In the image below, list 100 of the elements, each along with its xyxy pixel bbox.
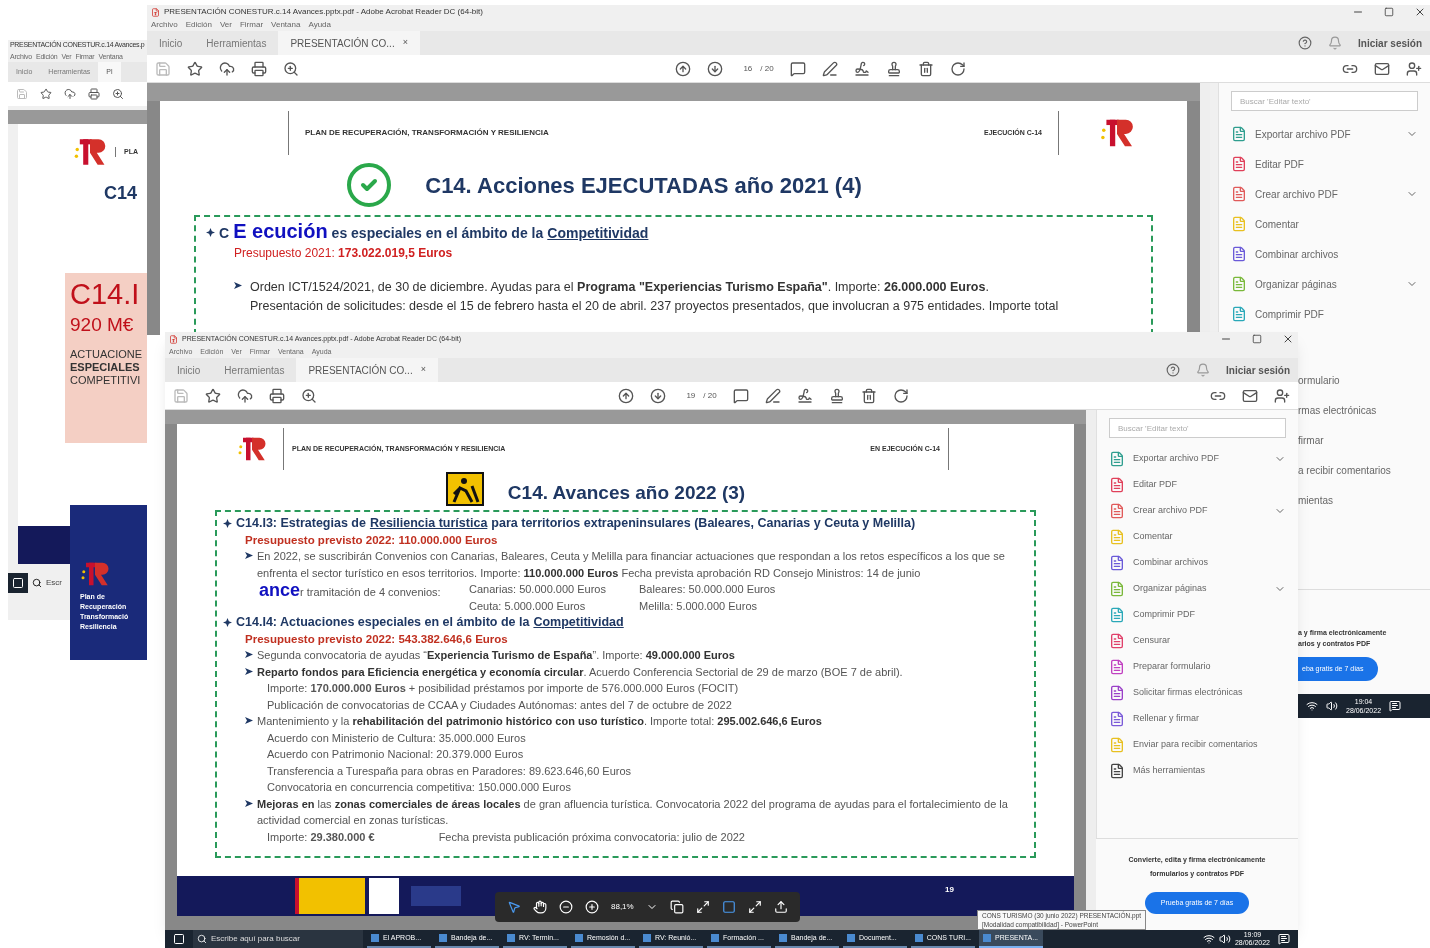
mail-icon[interactable] <box>1374 60 1390 77</box>
volume-icon[interactable] <box>1218 933 1231 945</box>
previous-page-icon[interactable] <box>618 387 635 404</box>
user-icon[interactable] <box>1274 387 1290 404</box>
signature-icon[interactable] <box>796 387 813 404</box>
sign-in-link[interactable]: Iniciar sesión <box>1226 362 1290 378</box>
start-icon[interactable] <box>12 577 24 589</box>
print-icon[interactable] <box>251 60 267 77</box>
previous-page-icon[interactable] <box>675 60 692 77</box>
start-icon[interactable] <box>173 933 185 945</box>
tool-item[interactable]: Enviar para recibir comentarios <box>1109 732 1286 758</box>
tool-item[interactable]: Crear archivo PDF <box>1109 498 1286 524</box>
search-field[interactable]: Buscar 'Editar texto' <box>1231 91 1418 111</box>
tool-item[interactable]: Organizar páginas <box>1109 576 1286 602</box>
tool-item[interactable]: Comprimir PDF <box>1109 602 1286 628</box>
trash-icon[interactable] <box>860 387 877 404</box>
tool-item[interactable]: mientas <box>1298 493 1430 523</box>
close-icon[interactable] <box>1414 6 1426 18</box>
user-icon[interactable] <box>1406 60 1422 77</box>
page-field[interactable]: 16 <box>739 62 757 75</box>
tool-item[interactable]: Editar PDF <box>1231 149 1418 179</box>
star-icon[interactable] <box>187 60 203 77</box>
menu-item[interactable]: Firmar <box>239 19 264 31</box>
notification-icon[interactable] <box>1278 933 1290 945</box>
tool-item[interactable]: rmas electrónicas <box>1298 403 1430 433</box>
menu-item[interactable]: Archivo <box>151 19 178 31</box>
sign-in-link[interactable]: Iniciar sesión <box>1358 35 1422 51</box>
tool-item[interactable]: Exportar archivo PDF <box>1231 119 1418 149</box>
rotate-icon[interactable] <box>892 387 909 404</box>
taskbar-search-field[interactable]: Escribe aquí para buscar <box>193 930 363 948</box>
menu-item[interactable]: Edición <box>185 19 212 31</box>
tool-item[interactable]: Editar PDF <box>1109 472 1286 498</box>
zoom-in-icon[interactable] <box>585 900 599 914</box>
tool-item[interactable]: Organizar páginas <box>1231 269 1418 299</box>
search-field[interactable]: Buscar 'Editar texto' <box>1109 418 1286 438</box>
print-icon[interactable] <box>269 387 285 404</box>
next-page-icon[interactable] <box>650 387 667 404</box>
tool-item[interactable]: Comentar <box>1231 209 1418 239</box>
page-field[interactable]: 19 <box>682 389 700 402</box>
upload-icon[interactable] <box>64 88 76 100</box>
tool-item[interactable]: a recibir comentarios <box>1298 463 1430 493</box>
menu-item[interactable]: Ver <box>219 19 232 31</box>
heading-link[interactable]: Competitividad <box>547 223 649 244</box>
print-icon[interactable] <box>88 88 100 100</box>
tool-item[interactable]: Crear archivo PDF <box>1231 179 1418 209</box>
taskbar-search-field[interactable]: Escr <box>28 573 70 593</box>
tool-item[interactable]: Preparar formulario <box>1109 654 1286 680</box>
tool-item[interactable]: Exportar archivo PDF <box>1109 446 1286 472</box>
help-icon[interactable] <box>1166 363 1181 377</box>
stamp-icon[interactable] <box>828 387 845 404</box>
tool-item[interactable]: firmar <box>1298 433 1430 463</box>
maximize-icon[interactable] <box>1252 334 1262 344</box>
pointer-icon[interactable] <box>507 900 521 914</box>
zoom-icon[interactable] <box>112 88 124 100</box>
heading-link[interactable]: Competitividad <box>533 614 624 631</box>
heading-link[interactable]: Resiliencia turística <box>369 515 488 532</box>
tab[interactable]: PRESENTACIÓN CO... × <box>278 31 420 55</box>
trash-icon[interactable] <box>917 60 934 77</box>
tool-item[interactable]: Comprimir PDF <box>1231 299 1418 329</box>
notification-icon[interactable] <box>1389 700 1402 712</box>
menu-item[interactable]: Ventana <box>271 19 301 31</box>
close-icon[interactable] <box>1282 333 1294 345</box>
fit-icon[interactable] <box>695 900 710 914</box>
upload-icon[interactable] <box>219 60 235 77</box>
tool-item[interactable]: Solicitar firmas electrónicas <box>1109 680 1286 706</box>
tab[interactable]: Herramientas <box>194 31 279 55</box>
tab[interactable]: Inicio <box>165 358 213 382</box>
tool-item[interactable]: Censurar <box>1109 628 1286 654</box>
fit-page-icon[interactable] <box>721 900 736 914</box>
pen-icon[interactable] <box>764 387 781 404</box>
star-icon[interactable] <box>40 88 52 100</box>
mail-icon[interactable] <box>1242 387 1258 404</box>
upload-icon[interactable] <box>237 387 253 404</box>
comment-icon[interactable] <box>732 387 749 404</box>
network-icon[interactable] <box>1202 933 1215 945</box>
help-icon[interactable] <box>1298 36 1313 50</box>
zoom-icon[interactable] <box>283 60 299 77</box>
rotate-icon[interactable] <box>949 60 966 77</box>
network-icon[interactable] <box>1306 700 1318 712</box>
tool-item[interactable]: Más herramientas <box>1109 758 1286 784</box>
pen-icon[interactable] <box>821 60 838 77</box>
tool-item[interactable]: Comentar <box>1109 524 1286 550</box>
tab[interactable]: PRESENTACIÓN CO... × <box>296 358 438 382</box>
next-page-icon[interactable] <box>707 60 724 77</box>
tool-item[interactable]: Combinar archivos <box>1109 550 1286 576</box>
tab[interactable]: Herramientas <box>212 358 297 382</box>
maximize-icon[interactable] <box>1384 7 1394 17</box>
signature-icon[interactable] <box>853 60 870 77</box>
tool-item[interactable]: ormulario <box>1298 373 1430 403</box>
stamp-icon[interactable] <box>885 60 902 77</box>
comment-icon[interactable] <box>789 60 806 77</box>
zoom-icon[interactable] <box>301 387 317 404</box>
pages-icon[interactable] <box>669 900 684 914</box>
tab[interactable]: Inicio <box>147 31 195 55</box>
tool-item[interactable]: Rellenar y firmar <box>1109 706 1286 732</box>
volume-icon[interactable] <box>1326 700 1338 712</box>
menu-item[interactable]: Ayuda <box>308 19 331 31</box>
tool-item[interactable]: Combinar archivos <box>1231 239 1418 269</box>
fullscreen-icon[interactable] <box>747 900 762 914</box>
share-icon[interactable] <box>773 900 788 914</box>
